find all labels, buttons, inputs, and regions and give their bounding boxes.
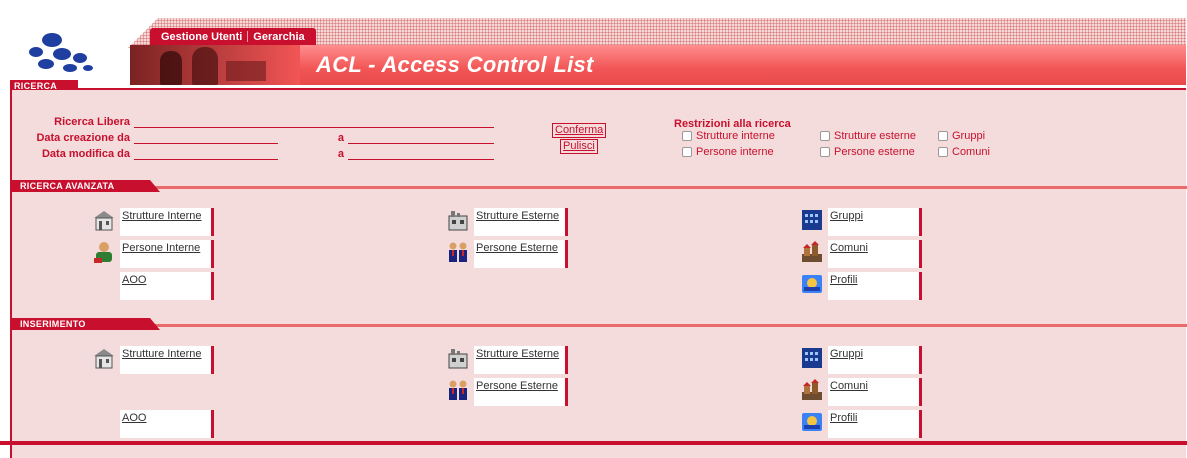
free-search-input[interactable] bbox=[134, 114, 494, 128]
clear-button[interactable]: Pulisci bbox=[560, 139, 598, 154]
adv-profili[interactable]: Profili bbox=[800, 272, 922, 300]
town-icon bbox=[802, 379, 822, 400]
adv-strutture-interne[interactable]: Strutture Interne bbox=[92, 208, 214, 236]
main-panel: Ricerca Libera Data creazione da a Data … bbox=[10, 90, 1187, 458]
ins-gruppi[interactable]: Gruppi bbox=[800, 346, 922, 374]
adv-strutture-esterne[interactable]: Strutture Esterne bbox=[446, 208, 568, 236]
confirm-button[interactable]: Conferma bbox=[552, 123, 607, 138]
restriction-gruppi[interactable]: Gruppi bbox=[938, 130, 985, 142]
ins-profili-link[interactable]: Profili bbox=[828, 410, 922, 438]
modified-from-label: Data modifica da bbox=[41, 148, 130, 160]
restriction-comuni[interactable]: Comuni bbox=[938, 146, 990, 158]
restriction-strutture-esterne[interactable]: Strutture esterne bbox=[820, 130, 916, 142]
adv-comuni-link[interactable]: Comuni bbox=[828, 240, 922, 268]
restriction-strutture-interne[interactable]: Strutture interne bbox=[682, 130, 775, 142]
created-to-input[interactable] bbox=[348, 130, 494, 144]
adv-profili-link[interactable]: Profili bbox=[828, 272, 922, 300]
section-rule bbox=[12, 186, 1187, 189]
adv-gruppi-link[interactable]: Gruppi bbox=[828, 208, 922, 236]
adv-aoo-link[interactable]: AOO bbox=[120, 272, 214, 300]
adv-aoo[interactable]: AOO bbox=[92, 272, 214, 300]
created-from-input[interactable] bbox=[134, 130, 278, 144]
restriction-persone-esterne[interactable]: Persone esterne bbox=[820, 146, 915, 158]
ins-comuni[interactable]: Comuni bbox=[800, 378, 922, 406]
checkbox[interactable] bbox=[682, 131, 692, 141]
restriction-persone-interne[interactable]: Persone interne bbox=[682, 146, 774, 158]
ins-strutture-interne[interactable]: Strutture Interne bbox=[92, 346, 214, 374]
town-icon bbox=[802, 241, 822, 262]
building-icon bbox=[94, 211, 114, 231]
created-to-label: a bbox=[337, 132, 344, 144]
footer-bar bbox=[0, 441, 1187, 445]
banner: ACL - Access Control List bbox=[130, 45, 1186, 85]
ins-profili[interactable]: Profili bbox=[800, 410, 922, 438]
insert-title: INSERIMENTO bbox=[12, 318, 160, 330]
adv-strutture-esterne-link[interactable]: Strutture Esterne bbox=[474, 208, 568, 236]
people-icon bbox=[449, 242, 467, 262]
factory-icon bbox=[448, 349, 468, 369]
ins-comuni-link[interactable]: Comuni bbox=[828, 378, 922, 406]
profile-icon bbox=[802, 413, 822, 431]
person-icon bbox=[94, 242, 112, 263]
ins-aoo[interactable]: AOO bbox=[92, 410, 214, 438]
header: RICERCA Gestione Utenti Gerarchia ACL - … bbox=[10, 14, 1186, 92]
tab-gerarchia[interactable]: Gerarchia bbox=[248, 31, 309, 43]
logo-area bbox=[10, 14, 130, 90]
adv-comuni[interactable]: Comuni bbox=[800, 240, 922, 268]
banner-photo bbox=[130, 45, 300, 85]
restrictions-title: Restrizioni alla ricerca bbox=[674, 118, 791, 130]
building-icon bbox=[94, 349, 114, 369]
modified-from-input[interactable] bbox=[134, 146, 278, 160]
factory-icon bbox=[448, 211, 468, 231]
checkbox[interactable] bbox=[820, 147, 830, 157]
section-rule bbox=[12, 324, 1187, 327]
checkbox[interactable] bbox=[682, 147, 692, 157]
insert-header: INSERIMENTO bbox=[12, 318, 1187, 330]
group-icon bbox=[802, 348, 822, 368]
adv-persone-esterne[interactable]: Persone Esterne bbox=[446, 240, 568, 268]
checkbox[interactable] bbox=[938, 131, 948, 141]
adv-persone-esterne-link[interactable]: Persone Esterne bbox=[474, 240, 568, 268]
adv-gruppi[interactable]: Gruppi bbox=[800, 208, 922, 236]
adv-persone-interne-link[interactable]: Persone Interne bbox=[120, 240, 214, 268]
acl-window: RICERCA Gestione Utenti Gerarchia ACL - … bbox=[10, 14, 1187, 458]
group-icon bbox=[802, 210, 822, 230]
advanced-search-title: RICERCA AVANZATA bbox=[12, 180, 160, 192]
free-search-label: Ricerca Libera bbox=[54, 116, 130, 128]
ins-strutture-interne-link[interactable]: Strutture Interne bbox=[120, 346, 214, 374]
page-title: ACL - Access Control List bbox=[316, 52, 594, 77]
ins-strutture-esterne[interactable]: Strutture Esterne bbox=[446, 346, 568, 374]
adv-persone-interne[interactable]: Persone Interne bbox=[92, 240, 214, 268]
profile-icon bbox=[802, 275, 822, 293]
logo bbox=[29, 33, 93, 72]
ins-persone-esterne[interactable]: Persone Esterne bbox=[446, 378, 568, 406]
checkbox[interactable] bbox=[820, 131, 830, 141]
ins-persone-esterne-link[interactable]: Persone Esterne bbox=[474, 378, 568, 406]
modified-to-input[interactable] bbox=[348, 146, 494, 160]
checkbox[interactable] bbox=[938, 147, 948, 157]
modified-to-label: a bbox=[337, 148, 344, 160]
tab-gestione-utenti[interactable]: Gestione Utenti bbox=[156, 31, 247, 43]
ins-gruppi-link[interactable]: Gruppi bbox=[828, 346, 922, 374]
ins-strutture-esterne-link[interactable]: Strutture Esterne bbox=[474, 346, 568, 374]
advanced-search-header: RICERCA AVANZATA bbox=[12, 180, 1187, 192]
created-from-label: Data creazione da bbox=[36, 132, 130, 144]
adv-strutture-interne-link[interactable]: Strutture Interne bbox=[120, 208, 214, 236]
people-icon bbox=[449, 380, 467, 400]
ins-aoo-link[interactable]: AOO bbox=[120, 410, 214, 438]
nav-tabs: Gestione Utenti Gerarchia bbox=[150, 28, 316, 45]
